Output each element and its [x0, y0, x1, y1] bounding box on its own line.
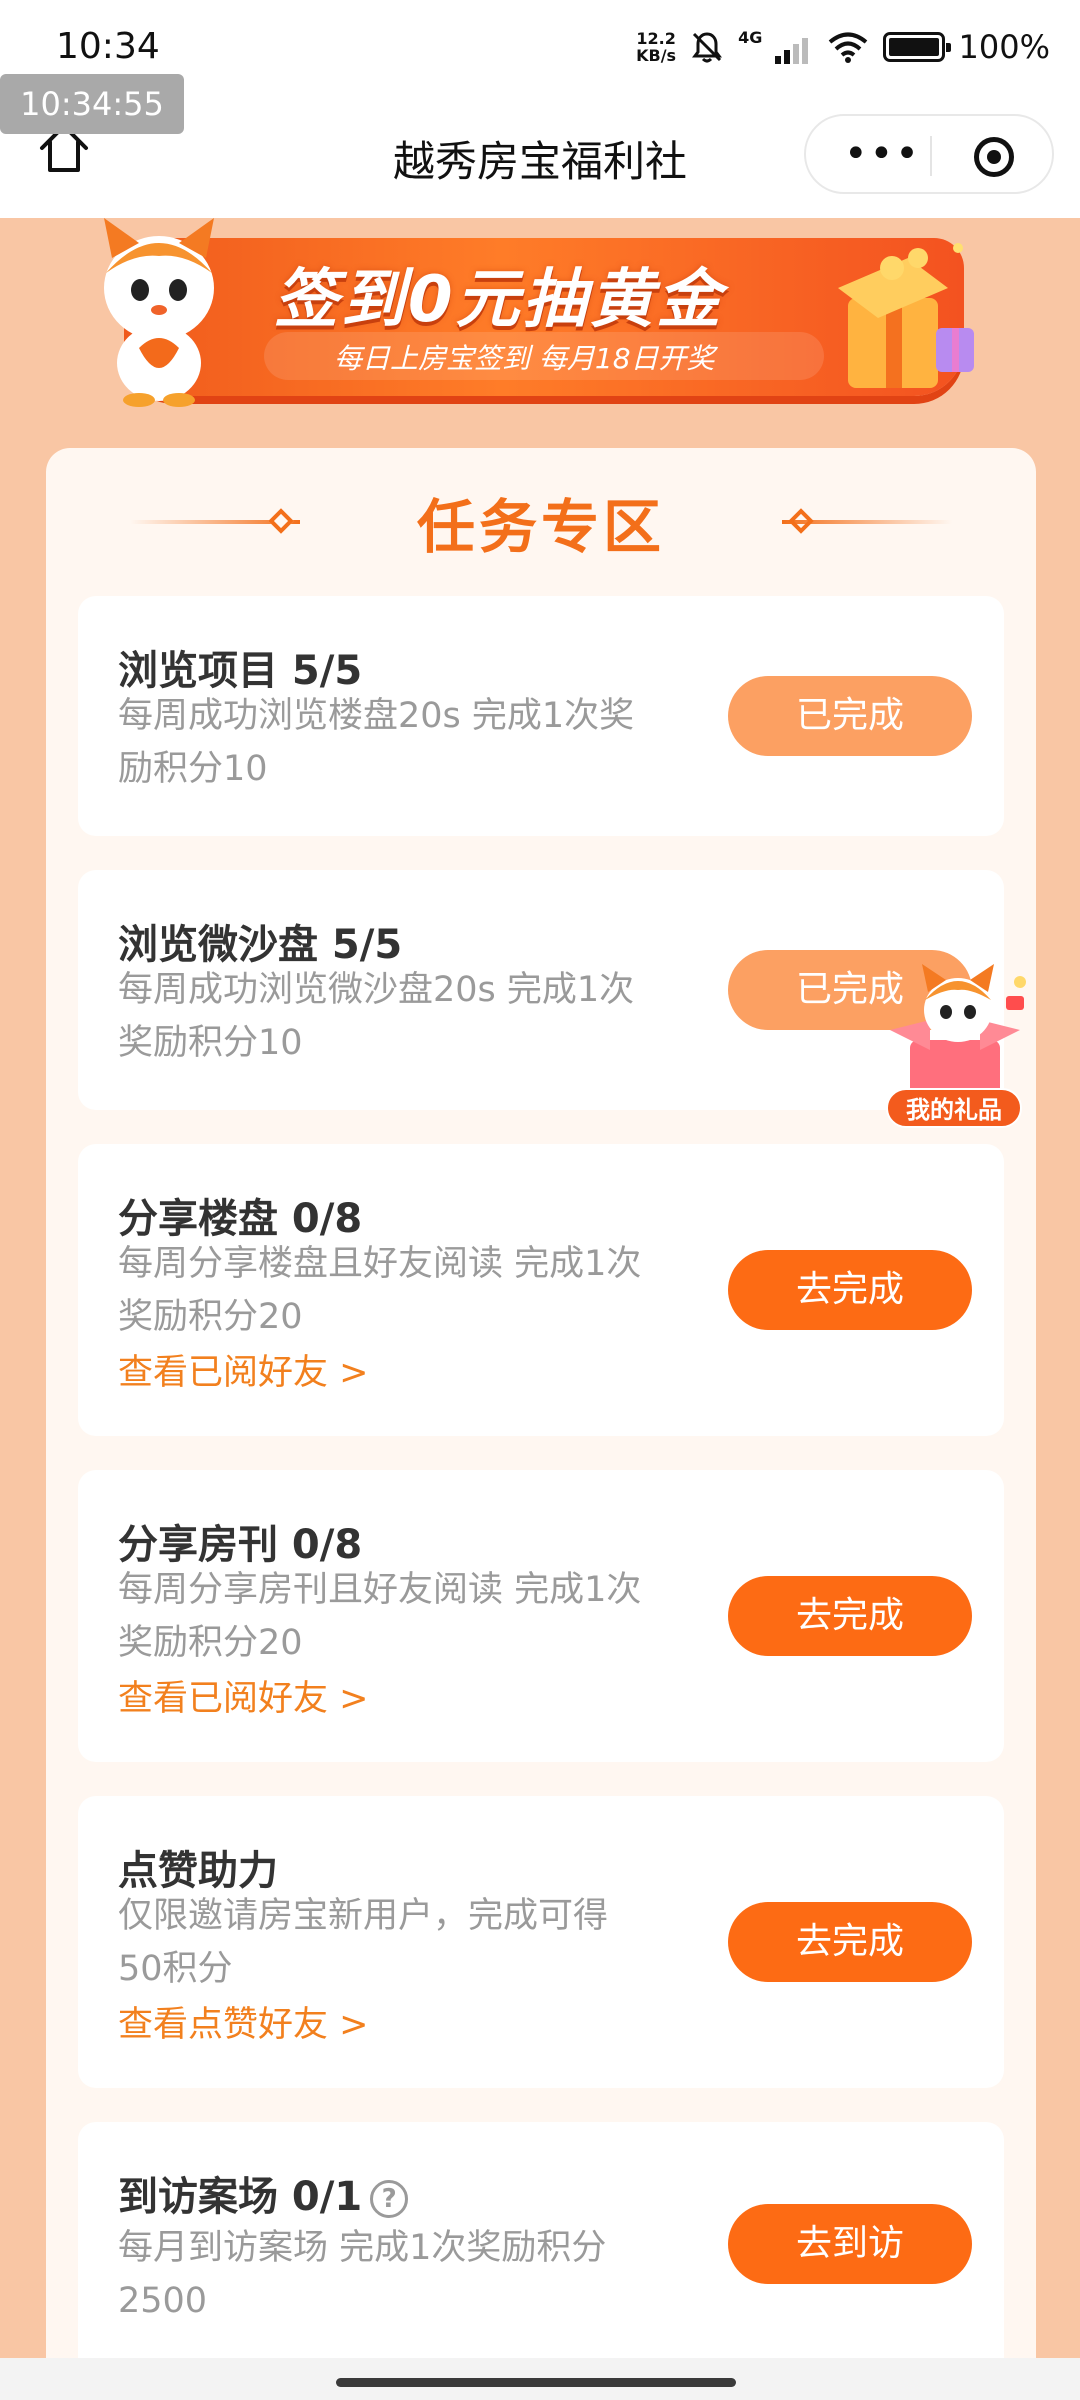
task-card-share-magazine: 分享房刊 0/8 每周分享房刊且好友阅读 完成1次 奖励积分20 查看已阅好友 … [78, 1470, 1004, 1762]
task-description: 每周成功浏览微沙盘20s 完成1次 奖励积分10 [118, 964, 688, 1070]
task-card-share-property: 分享楼盘 0/8 每周分享楼盘且好友阅读 完成1次 奖励积分20 查看已阅好友 … [78, 1144, 1004, 1436]
task-card-browse-project: 浏览项目 5/5 每周成功浏览楼盘20s 完成1次奖 励积分10 已完成 [78, 596, 1004, 836]
network-speed-unit: KB/s [636, 46, 677, 65]
task-description-line: 每周分享楼盘且好友阅读 完成1次 [118, 1244, 642, 1284]
task-done-button[interactable]: 已完成 [728, 676, 972, 756]
task-name: 分享楼盘 0/8 [118, 1196, 363, 1242]
mini-program-capsule: ••• [804, 114, 1054, 194]
my-gifts-floating-button[interactable]: 我的礼品 [870, 960, 1050, 1130]
checkin-banner[interactable]: 签到0元抽黄金 每日上房宝签到 每月18日开奖 [84, 218, 988, 407]
bell-muted-icon [692, 32, 723, 63]
status-icons: 12.2 KB/s 4G 100% [636, 28, 1050, 66]
task-go-button[interactable]: 去完成 [728, 1576, 972, 1656]
task-description: 每月到访案场 完成1次奖励积分 2500 [118, 2222, 688, 2328]
task-name-row: 到访案场 0/1? [118, 2164, 409, 2222]
capsule-divider [930, 136, 932, 176]
title-decoration-right [782, 520, 952, 524]
task-description-line: 每周分享房刊且好友阅读 完成1次 [118, 1570, 642, 1610]
task-description-line: 50积分 [118, 1949, 233, 1989]
floating-clock: 10:34:55 [0, 74, 184, 134]
help-icon[interactable]: ? [370, 2180, 409, 2218]
task-name: 点赞助力 [118, 1848, 278, 1894]
task-card-like-support: 点赞助力 仅限邀请房宝新用户，完成可得 50积分 查看点赞好友 > 去完成 [78, 1796, 1004, 2088]
gift-box-icon [838, 243, 974, 388]
view-like-friends-link[interactable]: 查看点赞好友 > [118, 1996, 368, 2047]
cat-mascot-icon [104, 218, 214, 407]
task-description-line: 奖励积分20 [118, 1297, 303, 1337]
task-go-button[interactable]: 去完成 [728, 1902, 972, 1982]
network-speed: 12.2 KB/s [636, 30, 676, 64]
task-description-line: 每周成功浏览微沙盘20s 完成1次 [118, 970, 635, 1010]
my-gifts-label: 我的礼品 [886, 1088, 1022, 1128]
task-name: 浏览项目 5/5 [118, 648, 363, 694]
gift-mascot-icon [890, 964, 1026, 1100]
view-read-friends-link[interactable]: 查看已阅好友 > [118, 1344, 368, 1395]
signal-icon: 4G [738, 28, 812, 66]
banner-subtitle: 每日上房宝签到 每月18日开奖 [334, 342, 715, 375]
close-mini-program-icon[interactable] [974, 137, 1014, 177]
task-description-line: 2500 [118, 2281, 208, 2321]
task-name: 到访案场 0/1 [118, 2174, 363, 2220]
battery-percent: 100% [958, 28, 1050, 66]
task-description-line: 奖励积分10 [118, 1023, 303, 1063]
status-time: 10:34 [56, 26, 160, 67]
task-go-button[interactable]: 去完成 [728, 1250, 972, 1330]
task-name: 分享房刊 0/8 [118, 1522, 363, 1568]
wifi-icon [828, 32, 867, 63]
task-description-line: 仅限邀请房宝新用户，完成可得 [118, 1896, 609, 1936]
more-icon[interactable]: ••• [844, 134, 921, 174]
home-indicator-handle[interactable] [336, 2378, 736, 2387]
banner-title: 签到0元抽黄金 [274, 263, 724, 337]
task-section-card: 任务专区 浏览项目 5/5 每周成功浏览楼盘20s 完成1次奖 励积分10 已完… [46, 448, 1036, 2400]
task-description-line: 每月到访案场 完成1次奖励积分 [118, 2228, 607, 2268]
task-description: 每周分享房刊且好友阅读 完成1次 奖励积分20 [118, 1564, 688, 1670]
task-description: 仅限邀请房宝新用户，完成可得 50积分 [118, 1890, 688, 1996]
gesture-bar [0, 2358, 1080, 2400]
task-description-line: 奖励积分20 [118, 1623, 303, 1663]
task-visit-button[interactable]: 去到访 [728, 2204, 972, 2284]
task-name: 浏览微沙盘 5/5 [118, 922, 403, 968]
task-description-line: 励积分10 [118, 749, 268, 789]
battery-icon [882, 32, 951, 62]
task-description: 每周成功浏览楼盘20s 完成1次奖 励积分10 [118, 690, 688, 796]
network-speed-value: 12.2 [636, 29, 676, 48]
view-read-friends-link[interactable]: 查看已阅好友 > [118, 1670, 368, 1721]
task-card-browse-sandbox: 浏览微沙盘 5/5 每周成功浏览微沙盘20s 完成1次 奖励积分10 已完成 [78, 870, 1004, 1110]
network-type: 4G [738, 28, 763, 47]
task-description-line: 每周成功浏览楼盘20s 完成1次奖 [118, 696, 635, 736]
task-description: 每周分享楼盘且好友阅读 完成1次 奖励积分20 [118, 1238, 688, 1344]
